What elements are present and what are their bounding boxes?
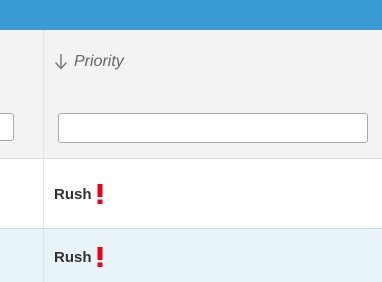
priority-column-header[interactable]: Priority	[54, 50, 124, 74]
priority-filter-input[interactable]	[58, 113, 368, 143]
top-bar	[0, 0, 382, 30]
table-row[interactable]: Rush	[0, 158, 382, 228]
exclamation-icon	[97, 184, 102, 204]
column-divider	[43, 30, 44, 158]
priority-cell: Rush	[54, 183, 103, 205]
column-divider	[43, 159, 44, 228]
grid-view: Priority Rush Rush	[0, 0, 382, 282]
column-divider	[43, 229, 44, 282]
priority-cell: Rush	[54, 246, 103, 268]
priority-value: Rush	[54, 248, 92, 266]
exclamation-icon	[97, 247, 102, 267]
priority-value: Rush	[54, 185, 92, 203]
table-row-selected[interactable]: Rush	[0, 228, 382, 282]
priority-column-label: Priority	[74, 53, 124, 70]
arrow-down-icon	[54, 54, 68, 70]
filter-input-left-column[interactable]	[0, 113, 14, 141]
